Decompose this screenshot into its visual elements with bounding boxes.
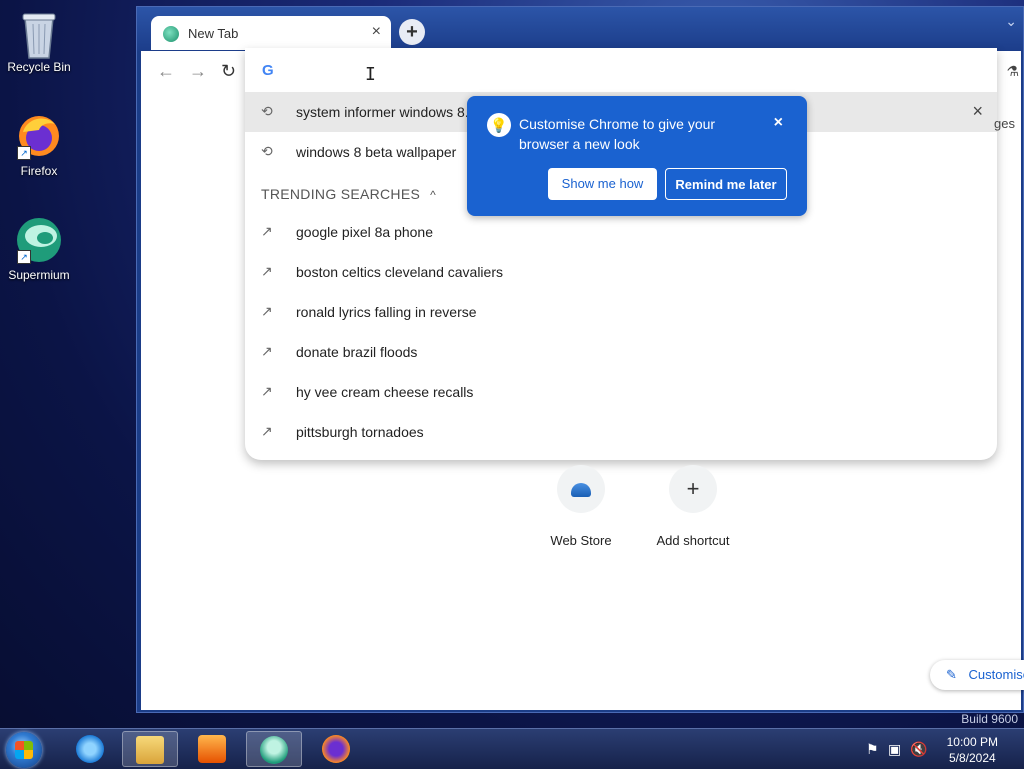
tab-close-icon[interactable]: ×: [372, 23, 381, 41]
google-logo-icon: G: [262, 62, 274, 79]
forward-icon[interactable]: →: [189, 61, 207, 82]
internet-explorer-icon: [76, 735, 104, 763]
history-icon: ⟲: [261, 103, 273, 119]
text-cursor-icon: I: [365, 64, 376, 85]
suggestion-text: system informer windows 8.: [296, 104, 469, 120]
clock-date: 5/8/2024: [948, 751, 996, 765]
supermium-icon: [260, 736, 288, 764]
tab-strip: New Tab × + ⌄: [137, 7, 1023, 51]
remove-suggestion-icon[interactable]: ×: [972, 101, 983, 122]
suggestion-trending-4[interactable]: ↗ donate brazil floods: [245, 332, 997, 372]
shortcut-arrow-icon: ↗: [17, 146, 31, 160]
suggestion-text: ronald lyrics falling in reverse: [296, 304, 477, 320]
suggestion-trending-1[interactable]: ↗ google pixel 8a phone: [245, 212, 997, 252]
desktop-icon-firefox[interactable]: ↗ Firefox: [4, 112, 74, 178]
trending-icon: ↗: [261, 263, 273, 279]
action-center-flag-icon[interactable]: ⚑: [866, 741, 879, 758]
supermium-icon: ↗: [15, 216, 63, 264]
partial-page-text: ges: [994, 116, 1015, 131]
folder-icon: [136, 736, 164, 764]
taskbar-internet-explorer[interactable]: [62, 731, 118, 767]
recycle-bin-icon: [15, 8, 63, 59]
customise-button[interactable]: ✎ Customise: [930, 660, 1024, 690]
trending-icon: ↗: [261, 383, 273, 399]
customise-chrome-promo: 💡 Customise Chrome to give your browser …: [467, 96, 807, 216]
build-watermark: Build 9600: [961, 712, 1018, 726]
suggestion-text: pittsburgh tornadoes: [296, 424, 424, 440]
suggestion-text: donate brazil floods: [296, 344, 418, 360]
trending-icon: ↗: [261, 423, 273, 439]
suggestion-text: google pixel 8a phone: [296, 224, 434, 240]
shortcut-label: Web Store: [550, 533, 612, 548]
suggestion-trending-6[interactable]: ↗ pittsburgh tornadoes: [245, 412, 997, 452]
show-me-how-button[interactable]: Show me how: [548, 168, 657, 200]
shortcut-arrow-icon: ↗: [17, 250, 31, 264]
plus-icon: +: [669, 465, 717, 513]
suggestion-trending-3[interactable]: ↗ ronald lyrics falling in reverse: [245, 292, 997, 332]
firefox-icon: [322, 735, 350, 763]
taskbar: ⚑ ▣ 🔇 10:00 PM 5/8/2024: [0, 728, 1024, 769]
trending-icon: ↗: [261, 303, 273, 319]
promo-close-icon[interactable]: ×: [774, 114, 783, 132]
desktop-icon-label: Firefox: [20, 164, 58, 178]
taskbar-supermium[interactable]: [246, 731, 302, 767]
suggestion-trending-2[interactable]: ↗ boston celtics cleveland cavaliers: [245, 252, 997, 292]
shortcut-add[interactable]: + Add shortcut: [643, 463, 743, 548]
suggestion-trending-5[interactable]: ↗ hy vee cream cheese recalls: [245, 372, 997, 412]
shortcut-label: Add shortcut: [656, 533, 730, 548]
network-icon[interactable]: ▣: [888, 741, 901, 758]
trending-icon: ↗: [261, 223, 273, 239]
windows-logo-icon: [15, 741, 33, 759]
tab-title: New Tab: [188, 26, 239, 41]
history-icon: ⟲: [261, 143, 273, 159]
suggestion-text: boston celtics cleveland cavaliers: [296, 264, 503, 280]
trending-heading-text: TRENDING SEARCHES: [261, 186, 421, 202]
promo-message: Customise Chrome to give your browser a …: [519, 116, 716, 152]
desktop-icon-label: Supermium: [8, 268, 70, 282]
clock-time: 10:00 PM: [946, 735, 998, 749]
shortcut-web-store[interactable]: Web Store: [531, 463, 631, 548]
taskbar-file-explorer[interactable]: [122, 731, 178, 767]
desktop-icon-label: Recycle Bin: [7, 60, 71, 74]
desktop-icon-recycle-bin[interactable]: Recycle Bin: [4, 8, 74, 74]
tab-new-tab[interactable]: New Tab ×: [151, 16, 391, 50]
clock[interactable]: 10:00 PM 5/8/2024: [947, 734, 998, 766]
tab-search-chevron-icon[interactable]: ⌄: [1005, 13, 1017, 30]
volume-muted-icon[interactable]: 🔇: [910, 741, 927, 758]
remind-me-later-button[interactable]: Remind me later: [665, 168, 787, 200]
trending-searches-header[interactable]: TRENDING SEARCHES ^: [261, 186, 436, 202]
customise-label: Customise: [968, 667, 1024, 682]
pencil-icon: ✎: [946, 667, 957, 682]
web-store-icon: [557, 465, 605, 513]
supermium-favicon-icon: [163, 26, 179, 42]
new-tab-button[interactable]: +: [399, 19, 425, 45]
desktop-icon-supermium[interactable]: ↗ Supermium: [4, 216, 74, 282]
system-tray: ⚑ ▣ 🔇 10:00 PM 5/8/2024: [854, 729, 1024, 769]
back-icon[interactable]: ←: [157, 61, 175, 82]
labs-flask-icon[interactable]: ⚗: [1006, 63, 1019, 80]
trending-icon: ↗: [261, 343, 273, 359]
chevron-up-icon[interactable]: ^: [430, 188, 436, 202]
suggestion-text: windows 8 beta wallpaper: [296, 144, 457, 160]
reload-icon[interactable]: ↻: [221, 61, 236, 82]
suggestion-text: hy vee cream cheese recalls: [296, 384, 474, 400]
firefox-icon: ↗: [15, 112, 63, 160]
taskbar-media-player[interactable]: [184, 731, 240, 767]
media-player-icon: [198, 735, 226, 763]
taskbar-firefox[interactable]: [308, 731, 364, 767]
start-button[interactable]: [6, 732, 42, 768]
lightbulb-icon: 💡: [487, 113, 511, 137]
